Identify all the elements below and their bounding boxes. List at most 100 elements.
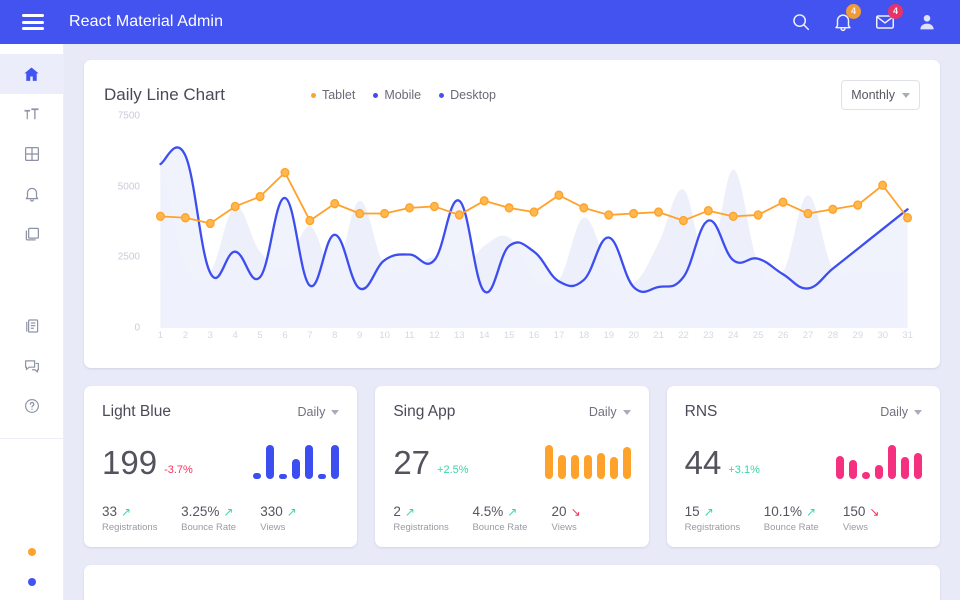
- stat-metric-value: 150: [843, 504, 866, 519]
- data-point-marker[interactable]: [655, 208, 663, 216]
- help-circle-icon: [23, 397, 41, 415]
- stat-card-period-select[interactable]: Daily: [880, 405, 922, 419]
- data-point-marker[interactable]: [804, 210, 812, 218]
- arrow-up-icon: ↗: [287, 506, 297, 518]
- stat-card-title: Sing App: [393, 403, 455, 421]
- data-point-marker[interactable]: [605, 211, 613, 219]
- arrow-up-icon: ↗: [405, 506, 415, 518]
- stat-card-header: Light Blue Daily: [102, 403, 339, 421]
- x-axis-tick: 31: [895, 330, 920, 341]
- arrow-up-icon: ↗: [704, 506, 714, 518]
- data-point-marker[interactable]: [231, 202, 239, 210]
- data-point-marker[interactable]: [456, 211, 464, 219]
- data-point-marker[interactable]: [879, 181, 887, 189]
- legend-item-mobile[interactable]: Mobile: [373, 88, 421, 102]
- x-axis-tick: 25: [746, 330, 771, 341]
- data-point-marker[interactable]: [356, 210, 364, 218]
- stat-metric-value: 15: [685, 504, 700, 519]
- layers-icon: [23, 225, 41, 243]
- daily-line-chart-card: Daily Line Chart Tablet Mobile Desktop: [84, 60, 940, 368]
- x-axis-tick: 21: [646, 330, 671, 341]
- stat-card-title: RNS: [685, 403, 718, 421]
- stat-card-period-select[interactable]: Daily: [589, 405, 631, 419]
- data-point-marker[interactable]: [505, 204, 513, 212]
- stat-card-value-row: 199-3.7%: [102, 437, 339, 479]
- x-axis-tick: 7: [297, 330, 322, 341]
- x-axis-tick: 2: [173, 330, 198, 341]
- data-point-marker[interactable]: [431, 202, 439, 210]
- stat-metric-value-row: 150↘: [843, 504, 922, 519]
- sparkline-bars: [836, 437, 922, 479]
- stat-metric-value: 4.5%: [472, 504, 503, 519]
- x-axis-tick: 6: [273, 330, 298, 341]
- sidebar-item-notifications[interactable]: [0, 174, 64, 214]
- data-point-marker[interactable]: [256, 193, 264, 201]
- stat-metric-value-row: 3.25%↗: [181, 504, 260, 519]
- sparkline-bar: [862, 472, 870, 479]
- data-point-marker[interactable]: [555, 191, 563, 199]
- chart-period-value: Monthly: [851, 88, 895, 102]
- sidebar-item-library[interactable]: [0, 306, 64, 346]
- data-point-marker[interactable]: [381, 210, 389, 218]
- sidebar-item-tables[interactable]: [0, 134, 64, 174]
- stat-card-title: Light Blue: [102, 403, 171, 421]
- data-point-marker[interactable]: [281, 169, 289, 177]
- stat-metric: 4.5%↗Bounce Rate: [472, 504, 551, 533]
- x-axis-tick: 26: [771, 330, 796, 341]
- sidebar-item-home[interactable]: [0, 54, 64, 94]
- legend-dot-icon: [311, 93, 316, 98]
- stat-metric: 3.25%↗Bounce Rate: [181, 504, 260, 533]
- x-axis-tick: 3: [198, 330, 223, 341]
- stat-metric-label: Registrations: [393, 522, 472, 533]
- search-icon[interactable]: [790, 11, 812, 33]
- bell-icon[interactable]: 4: [832, 11, 854, 33]
- stat-metric-label: Bounce Rate: [472, 522, 551, 533]
- topbar-actions: 4 4: [790, 11, 938, 33]
- stat-metric-value-row: 10.1% ↗: [764, 504, 843, 519]
- data-point-marker[interactable]: [754, 211, 762, 219]
- stat-metric-value: 10.1%: [764, 504, 802, 519]
- stat-metric: 330↗Views: [260, 504, 339, 533]
- legend-item-desktop[interactable]: Desktop: [439, 88, 496, 102]
- stat-card-period-select[interactable]: Daily: [298, 405, 340, 419]
- legend-item-tablet[interactable]: Tablet: [311, 88, 355, 102]
- sidebar-item-support[interactable]: [0, 346, 64, 386]
- stat-metric-label: Views: [843, 522, 922, 533]
- person-icon[interactable]: [916, 11, 938, 33]
- data-point-marker[interactable]: [306, 217, 314, 225]
- mail-icon[interactable]: 4: [874, 11, 896, 33]
- sparkline-bar: [545, 445, 553, 479]
- chart-period-select[interactable]: Monthly: [841, 80, 920, 110]
- chart-header: Daily Line Chart Tablet Mobile Desktop: [104, 78, 920, 112]
- data-point-marker[interactable]: [580, 204, 588, 212]
- theme-dot-orange[interactable]: [28, 548, 36, 556]
- sparkline-bar: [914, 453, 922, 479]
- data-point-marker[interactable]: [331, 200, 339, 208]
- data-point-marker[interactable]: [829, 205, 837, 213]
- data-point-marker[interactable]: [854, 201, 862, 209]
- data-point-marker[interactable]: [904, 214, 912, 222]
- data-point-marker[interactable]: [630, 210, 638, 218]
- stat-value: 44: [685, 446, 722, 479]
- data-point-marker[interactable]: [779, 198, 787, 206]
- data-point-marker[interactable]: [680, 217, 688, 225]
- sparkline-bar: [279, 474, 287, 479]
- home-icon: [22, 65, 41, 84]
- book-icon: [23, 317, 41, 335]
- data-point-marker[interactable]: [406, 204, 414, 212]
- hamburger-icon[interactable]: [22, 14, 44, 30]
- data-point-marker[interactable]: [157, 212, 165, 220]
- sidebar-item-typography[interactable]: [0, 94, 64, 134]
- theme-dot-blue[interactable]: [28, 578, 36, 586]
- data-point-marker[interactable]: [729, 212, 737, 220]
- data-point-marker[interactable]: [480, 197, 488, 205]
- sidebar-item-ui-elements[interactable]: [0, 214, 64, 254]
- x-axis-tick: 18: [571, 330, 596, 341]
- data-point-marker[interactable]: [530, 208, 538, 216]
- data-point-marker[interactable]: [705, 207, 713, 215]
- arrow-up-icon: ↗: [806, 506, 816, 518]
- sidebar-item-faq[interactable]: [0, 386, 64, 426]
- data-point-marker[interactable]: [206, 219, 214, 227]
- sparkline-bar: [849, 460, 857, 479]
- data-point-marker[interactable]: [182, 214, 190, 222]
